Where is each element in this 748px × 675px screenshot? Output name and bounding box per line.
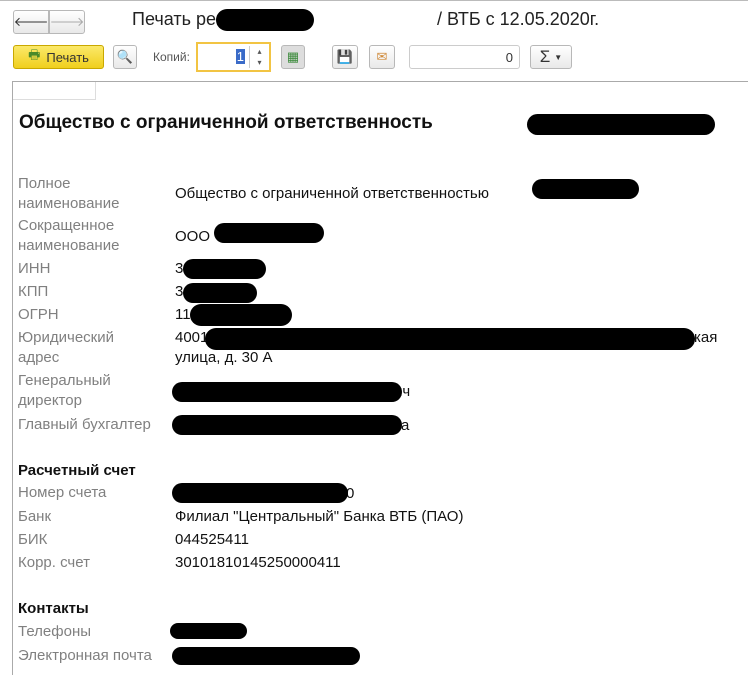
label: Сокращенное наименование bbox=[18, 217, 120, 254]
save-icon: 💾 bbox=[336, 49, 354, 64]
redaction bbox=[170, 623, 247, 639]
redaction bbox=[190, 304, 292, 326]
table-edit-icon: ▦ bbox=[286, 49, 300, 64]
section-contacts: Контакты bbox=[18, 600, 89, 617]
save-button[interactable]: 💾 bbox=[332, 45, 358, 69]
label: Генеральный директор bbox=[18, 372, 111, 409]
forward-button[interactable]: 🡒 bbox=[49, 10, 85, 34]
redaction bbox=[214, 223, 324, 243]
value: 044525411 bbox=[175, 531, 249, 548]
copies-input[interactable]: 1 ▴ ▾ bbox=[196, 42, 271, 72]
label: Главный бухгалтер bbox=[18, 416, 151, 433]
redaction bbox=[172, 483, 348, 503]
preview-button[interactable]: 🔍 bbox=[113, 45, 137, 69]
section-account: Расчетный счет bbox=[18, 462, 136, 479]
value: 30101810145250000411 bbox=[175, 554, 341, 571]
value: кая bbox=[694, 329, 718, 346]
redaction bbox=[216, 9, 314, 31]
doc-heading: Общество с ограниченной ответственность bbox=[19, 112, 433, 133]
label: ИНН bbox=[18, 260, 51, 277]
value: ООО bbox=[175, 228, 211, 245]
label: Электронная почта bbox=[18, 647, 152, 664]
redaction bbox=[172, 415, 402, 435]
edit-table-button[interactable]: ▦ bbox=[281, 45, 305, 69]
label: Юридический адрес bbox=[18, 329, 114, 366]
redaction bbox=[183, 259, 266, 279]
redaction bbox=[205, 328, 695, 350]
copies-label: Копий: bbox=[153, 50, 190, 64]
label: Телефоны bbox=[18, 623, 92, 640]
printer-icon: 🖶 bbox=[28, 47, 41, 62]
value: а bbox=[401, 417, 410, 434]
redaction bbox=[172, 382, 402, 402]
value: Филиал "Центральный" Банка ВТБ (ПАО) bbox=[175, 508, 464, 525]
value: улица, д. 30 А bbox=[175, 349, 273, 366]
value: 4001 bbox=[175, 329, 209, 346]
copies-stepper[interactable]: ▴ ▾ bbox=[249, 46, 269, 68]
preview-icon: 🔍 bbox=[116, 49, 134, 64]
redaction bbox=[527, 114, 715, 135]
label: БИК bbox=[18, 531, 48, 548]
redaction bbox=[183, 283, 257, 303]
label: Корр. счет bbox=[18, 554, 90, 571]
label: Банк bbox=[18, 508, 52, 525]
redaction bbox=[532, 179, 639, 199]
label: Полное наименование bbox=[18, 175, 120, 212]
print-button[interactable]: 🖶 Печать bbox=[13, 45, 104, 69]
window-title: Печать реквизит: ОС/ ВТБ с 12.05.2020г. bbox=[132, 9, 600, 29]
label: Номер счета bbox=[18, 484, 107, 501]
email-button[interactable]: ✉ bbox=[369, 45, 395, 69]
redaction bbox=[172, 647, 360, 665]
value: 11 bbox=[175, 306, 191, 323]
sum-menu-button[interactable]: Σ ▼ bbox=[530, 45, 572, 69]
label: КПП bbox=[18, 283, 49, 300]
envelope-icon: ✉ bbox=[376, 49, 388, 64]
chevron-down-icon: ▼ bbox=[554, 52, 563, 62]
value: Общество с ограниченной ответственностью bbox=[175, 185, 489, 202]
back-button[interactable]: 🡐 bbox=[13, 10, 49, 34]
sum-field[interactable]: 0 bbox=[409, 45, 520, 69]
label: ОГРН bbox=[18, 306, 59, 323]
